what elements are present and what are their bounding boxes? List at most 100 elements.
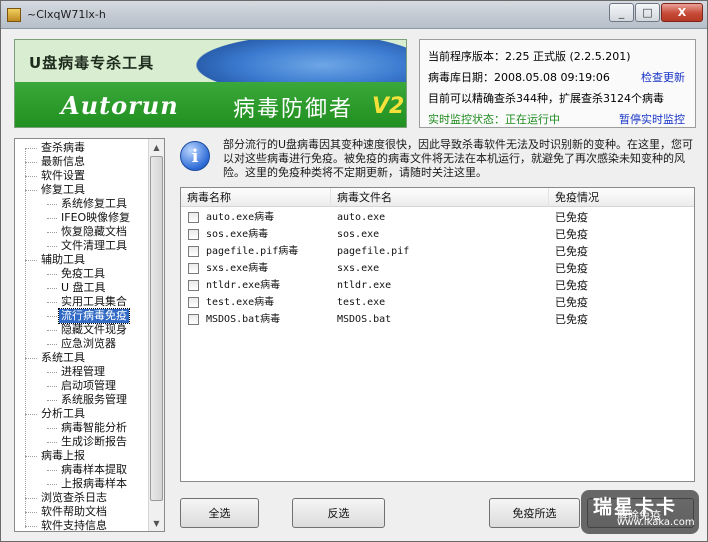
- autorun-logo: Autorun: [61, 91, 179, 120]
- column-virus-name[interactable]: 病毒名称: [181, 188, 331, 207]
- row-checkbox[interactable]: [188, 263, 199, 274]
- minimize-button[interactable]: _: [609, 3, 634, 22]
- virus-name-cell: ntldr.exe病毒: [206, 280, 281, 291]
- tree-item[interactable]: 系统修复工具: [15, 197, 150, 211]
- tree-item[interactable]: 软件支持信息: [15, 519, 150, 532]
- detection-count: 目前可以精确查杀344种，扩展查杀3124个病毒: [428, 92, 664, 105]
- banner-title: U盘病毒专杀工具: [29, 54, 155, 72]
- tree-item[interactable]: 病毒样本提取: [15, 463, 150, 477]
- pause-monitor-link[interactable]: 暂停实时监控: [619, 109, 685, 130]
- tree-item[interactable]: 浏览查杀日志: [15, 491, 150, 505]
- tree-item-label: 软件设置: [41, 169, 85, 182]
- tree-item[interactable]: 应急浏览器: [15, 337, 150, 351]
- table-row[interactable]: test.exe病毒 test.exe 已免疫: [181, 294, 694, 311]
- version-badge: V2: [372, 94, 405, 119]
- window-title: ~ClxqW71lx-h: [27, 8, 106, 21]
- tree-item[interactable]: 进程管理: [15, 365, 150, 379]
- tree-item[interactable]: 系统工具: [15, 351, 150, 365]
- virus-name-cell: sxs.exe病毒: [206, 263, 269, 274]
- tree-item[interactable]: 文件清理工具: [15, 239, 150, 253]
- watermark: 瑞星卡卡 解除免疫 www.ikaka.com: [581, 490, 699, 534]
- tree-item-label: 文件清理工具: [61, 239, 127, 252]
- tree-item[interactable]: 查杀病毒: [15, 141, 150, 155]
- tree-item-label: 辅助工具: [41, 253, 85, 266]
- tree-item-label: 进程管理: [61, 365, 105, 378]
- tree-item-label: IFEO映像修复: [61, 211, 131, 224]
- tree-item-label: 软件支持信息: [41, 519, 107, 532]
- tree-item-label: 系统工具: [41, 351, 85, 364]
- tree-item[interactable]: 隐藏文件现身: [15, 323, 150, 337]
- column-immune-status[interactable]: 免疫情况: [549, 188, 694, 207]
- immunize-selected-button[interactable]: 免疫所选: [489, 498, 580, 528]
- row-checkbox[interactable]: [188, 314, 199, 325]
- close-button[interactable]: X: [661, 3, 703, 22]
- table-row[interactable]: sxs.exe病毒 sxs.exe 已免疫: [181, 260, 694, 277]
- tree-item[interactable]: 软件设置: [15, 169, 150, 183]
- monitor-status: 实时监控状态：正在运行中: [428, 113, 560, 126]
- table-row[interactable]: pagefile.pif病毒 pagefile.pif 已免疫: [181, 243, 694, 260]
- column-file-name[interactable]: 病毒文件名: [331, 188, 549, 207]
- tree-item-label: 隐藏文件现身: [61, 323, 127, 336]
- title-bar[interactable]: ~ClxqW71lx-h _ □ X: [1, 1, 707, 29]
- scroll-thumb[interactable]: [150, 156, 163, 501]
- tree-item[interactable]: 实用工具集合: [15, 295, 150, 309]
- scroll-up-icon[interactable]: ▲: [149, 139, 164, 155]
- select-all-button[interactable]: 全选: [180, 498, 259, 528]
- tree-item[interactable]: 软件帮助文档: [15, 505, 150, 519]
- tree-item[interactable]: 免疫工具: [15, 267, 150, 281]
- tree-item-label: 流行病毒免疫: [58, 308, 130, 324]
- banner: U盘病毒专杀工具 Autorun 病毒防御者 V2: [14, 39, 407, 128]
- tree-item-label: 查杀病毒: [41, 141, 85, 154]
- tree-item[interactable]: 分析工具: [15, 407, 150, 421]
- tree-item[interactable]: 修复工具: [15, 183, 150, 197]
- check-update-link[interactable]: 检查更新: [641, 67, 685, 88]
- app-icon: [7, 8, 21, 22]
- row-checkbox[interactable]: [188, 229, 199, 240]
- table-row[interactable]: auto.exe病毒 auto.exe 已免疫: [181, 209, 694, 226]
- notice-box: i 部分流行的U盘病毒因其变种速度很快，因此导致杀毒软件无法及时识别新的变种。在…: [177, 137, 697, 181]
- row-checkbox[interactable]: [188, 212, 199, 223]
- info-icon: i: [180, 141, 210, 171]
- table-row[interactable]: MSDOS.bat病毒 MSDOS.bat 已免疫: [181, 311, 694, 328]
- invert-selection-button[interactable]: 反选: [292, 498, 385, 528]
- row-checkbox[interactable]: [188, 280, 199, 291]
- tree-item-label: 生成诊断报告: [61, 435, 127, 448]
- table-row[interactable]: sos.exe病毒 sos.exe 已免疫: [181, 226, 694, 243]
- main-area: 查杀病毒 最新信息 软件设置 修复工具 系统修复工具 IFEO映像修复 恢复隐藏文档 文件清理…: [1, 133, 707, 541]
- tree-item[interactable]: 病毒智能分析: [15, 421, 150, 435]
- tree-item-label: 启动项管理: [61, 379, 116, 392]
- row-checkbox[interactable]: [188, 297, 199, 308]
- app-window: ~ClxqW71lx-h _ □ X U盘病毒专杀工具 Autorun 病毒防御…: [0, 0, 708, 542]
- tree-item[interactable]: 病毒上报: [15, 449, 150, 463]
- tree-item-label: 病毒样本提取: [61, 463, 127, 476]
- tree-item[interactable]: 最新信息: [15, 155, 150, 169]
- scroll-down-icon[interactable]: ▼: [149, 515, 164, 531]
- tree-item[interactable]: 生成诊断报告: [15, 435, 150, 449]
- tree-item[interactable]: 启动项管理: [15, 379, 150, 393]
- maximize-button[interactable]: □: [635, 3, 660, 22]
- tree-item[interactable]: IFEO映像修复: [15, 211, 150, 225]
- file-name-cell: pagefile.pif: [337, 246, 410, 257]
- list-header: 病毒名称 病毒文件名 免疫情况: [181, 188, 694, 207]
- tree-scrollbar[interactable]: ▲ ▼: [148, 139, 164, 531]
- tree-item[interactable]: 恢复隐藏文档: [15, 225, 150, 239]
- tree-item-label: 系统修复工具: [61, 197, 127, 210]
- tree-item[interactable]: 系统服务管理: [15, 393, 150, 407]
- watermark-url: www.ikaka.com: [617, 517, 695, 528]
- table-row[interactable]: ntldr.exe病毒 ntldr.exe 已免疫: [181, 277, 694, 294]
- banner-subtitle: 病毒防御者: [233, 97, 354, 122]
- tree-item-label: 修复工具: [41, 183, 85, 196]
- tree-item[interactable]: 辅助工具: [15, 253, 150, 267]
- info-panel: 当前程序版本：2.25 正式版 (2.2.5.201) 病毒库日期：2008.0…: [419, 39, 696, 128]
- tree-item[interactable]: 上报病毒样本: [15, 477, 150, 491]
- tree-item-label: U 盘工具: [61, 281, 106, 294]
- virus-db-date: 病毒库日期：2008.05.08 09:19:06: [428, 71, 610, 84]
- row-checkbox[interactable]: [188, 246, 199, 257]
- tree-item-label: 应急浏览器: [61, 337, 116, 350]
- tree-item-label: 病毒上报: [41, 449, 85, 462]
- tree-item-label: 浏览查杀日志: [41, 491, 107, 504]
- tree-item[interactable]: U 盘工具: [15, 281, 150, 295]
- tree-item[interactable]: 流行病毒免疫: [15, 308, 150, 324]
- virus-name-cell: sos.exe病毒: [206, 229, 269, 240]
- file-name-cell: sxs.exe: [337, 263, 380, 274]
